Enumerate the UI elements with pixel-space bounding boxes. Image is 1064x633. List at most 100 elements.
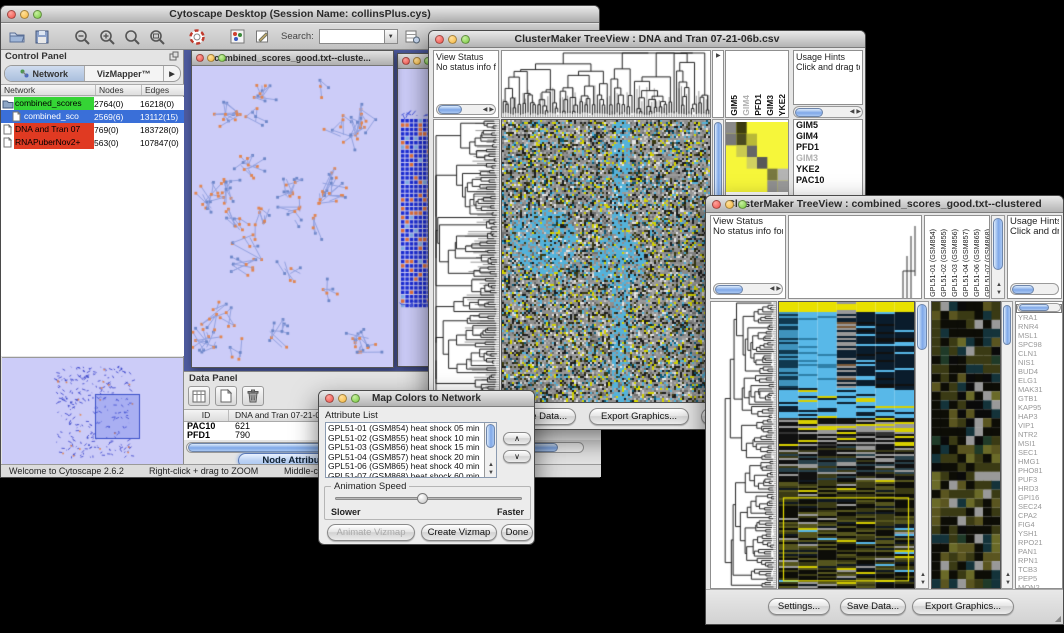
gene-label[interactable]: SEC24 bbox=[1016, 502, 1062, 511]
network-view-window[interactable]: combined_scores_good.txt--cluste... bbox=[191, 50, 394, 368]
dendrogram-corner-scroll[interactable]: ▶ bbox=[712, 50, 724, 118]
usage-hints-hscrollbar[interactable] bbox=[1010, 283, 1059, 295]
gene-label[interactable]: HRD3 bbox=[1016, 484, 1062, 493]
array-column-label[interactable]: GPL51-01 (GSM854) bbox=[928, 229, 937, 297]
gene-label[interactable]: RPN1 bbox=[1016, 556, 1062, 565]
search-input[interactable] bbox=[319, 29, 385, 44]
matrix-row-label[interactable]: GIM5 bbox=[794, 120, 862, 131]
gene-label[interactable]: YSH1 bbox=[1016, 529, 1062, 538]
network-canvas[interactable] bbox=[192, 66, 393, 367]
dialog-titlebar[interactable]: Map Colors to Network bbox=[319, 391, 534, 407]
close-icon[interactable] bbox=[712, 200, 721, 209]
column-labels-vscrollbar[interactable]: ▲ ▼ bbox=[991, 215, 1005, 299]
heatmap-global[interactable] bbox=[778, 301, 915, 589]
gene-label[interactable]: NIS1 bbox=[1016, 358, 1062, 367]
column-dendrogram[interactable] bbox=[788, 215, 922, 299]
gene-label[interactable]: YRA1 bbox=[1016, 313, 1062, 322]
minimize-icon[interactable] bbox=[413, 57, 421, 65]
matrix-column-label[interactable]: GIM3 bbox=[765, 95, 775, 116]
select-attributes-button[interactable] bbox=[188, 386, 210, 406]
gene-label[interactable]: TCB3 bbox=[1016, 565, 1062, 574]
gene-label[interactable]: CLN1 bbox=[1016, 349, 1062, 358]
close-icon[interactable] bbox=[325, 394, 334, 403]
save-session-button[interactable] bbox=[32, 27, 52, 46]
zoom-window-icon[interactable] bbox=[218, 54, 226, 62]
heatmap-vscrollbar[interactable]: ▲ ▼ bbox=[915, 301, 929, 589]
annotation-icon[interactable] bbox=[252, 27, 272, 46]
close-icon[interactable] bbox=[435, 35, 444, 44]
matrix-column-label[interactable]: PFD1 bbox=[753, 94, 763, 116]
create-vizmap-button[interactable]: Create Vizmap bbox=[421, 524, 497, 541]
export-graphics-button[interactable]: Export Graphics... bbox=[589, 408, 689, 425]
zoom-out-icon[interactable] bbox=[72, 27, 92, 46]
gene-label[interactable]: PEP5 bbox=[1016, 574, 1062, 583]
matrix-column-label[interactable]: YKE2 bbox=[777, 94, 787, 116]
treeview-dna-titlebar[interactable]: ClusterMaker TreeView : DNA and Tran 07-… bbox=[429, 31, 865, 48]
gene-label[interactable]: KAP95 bbox=[1016, 403, 1062, 412]
animation-speed-slider[interactable] bbox=[335, 497, 522, 500]
zoom-fit-icon[interactable] bbox=[122, 27, 142, 46]
network-table-header[interactable]: Network Nodes Edges bbox=[1, 84, 184, 96]
column-dendrogram[interactable] bbox=[501, 50, 711, 118]
network-list-row[interactable]: combined_sco2569(6)13112(15) bbox=[1, 110, 184, 123]
attribute-browser-icon[interactable] bbox=[403, 27, 423, 46]
zoom-window-icon[interactable] bbox=[33, 10, 42, 19]
main-titlebar[interactable]: Cytoscape Desktop (Session Name: collins… bbox=[1, 6, 599, 23]
zoom-window-icon[interactable] bbox=[461, 35, 470, 44]
minimize-icon[interactable] bbox=[207, 54, 215, 62]
gene-label[interactable]: HAP3 bbox=[1016, 412, 1062, 421]
row-dendrogram[interactable] bbox=[710, 301, 777, 589]
gene-label[interactable]: GPI16 bbox=[1016, 493, 1062, 502]
treeview-combined-titlebar[interactable]: ClusterMaker TreeView : combined_scores_… bbox=[706, 196, 1063, 213]
gene-list-vscrollbar[interactable]: ▲ ▼ bbox=[1001, 301, 1013, 589]
attribute-list-vscrollbar[interactable]: ▲ ▼ bbox=[484, 423, 496, 477]
matrix-row-label[interactable]: PFD1 bbox=[794, 142, 862, 153]
gene-label[interactable]: BUD4 bbox=[1016, 367, 1062, 376]
heatmap-detail[interactable] bbox=[931, 301, 1001, 589]
array-column-label[interactable]: GPL51-03 (GSM856) bbox=[950, 229, 959, 297]
settings-button[interactable]: Settings... bbox=[768, 598, 830, 615]
gene-label[interactable]: PAN1 bbox=[1016, 547, 1062, 556]
slider-thumb[interactable] bbox=[417, 493, 428, 504]
matrix-column-label[interactable]: GIM5 bbox=[729, 95, 739, 116]
zoom-selected-icon[interactable] bbox=[147, 27, 167, 46]
gene-label-list[interactable]: PFD1YRA1RNR4MSL1SPC98CLN1NIS1BUD4ELG1MAK… bbox=[1015, 301, 1063, 589]
gene-label[interactable]: FIG4 bbox=[1016, 520, 1062, 529]
zoom-in-icon[interactable] bbox=[97, 27, 117, 46]
gene-list-hscrollbar[interactable] bbox=[1017, 303, 1061, 312]
float-panel-icon[interactable] bbox=[169, 51, 179, 64]
gene-label[interactable]: GTB1 bbox=[1016, 394, 1062, 403]
array-column-label[interactable]: GPL51-02 (GSM855) bbox=[939, 229, 948, 297]
gene-label[interactable]: RPO21 bbox=[1016, 538, 1062, 547]
done-button[interactable]: Done bbox=[501, 524, 533, 541]
minimize-icon[interactable] bbox=[20, 10, 29, 19]
birdseye-view[interactable] bbox=[2, 357, 183, 465]
view-status-hscrollbar[interactable]: ◀▶ bbox=[713, 283, 783, 295]
matrix-row-label[interactable]: PAC10 bbox=[794, 175, 862, 186]
tab-network[interactable]: Network bbox=[5, 66, 85, 81]
export-graphics-button[interactable]: Export Graphics... bbox=[912, 598, 1014, 615]
new-attribute-button[interactable] bbox=[215, 386, 237, 406]
gene-label[interactable]: RNR4 bbox=[1016, 322, 1062, 331]
gene-label[interactable]: VIP1 bbox=[1016, 421, 1062, 430]
network-window-titlebar[interactable]: combined_scores_good.txt--cluste... bbox=[192, 51, 393, 66]
save-data-button[interactable]: Save Data... bbox=[840, 598, 906, 615]
network-list-row[interactable]: combined_scores2764(0)16218(0) bbox=[1, 97, 184, 110]
network-list-row[interactable]: DNA and Tran 07769(0)183728(0) bbox=[1, 123, 184, 136]
gene-label[interactable]: SEC1 bbox=[1016, 448, 1062, 457]
help-lifering-icon[interactable] bbox=[187, 27, 207, 46]
minimize-icon[interactable] bbox=[338, 394, 347, 403]
close-icon[interactable] bbox=[196, 54, 204, 62]
animate-vizmap-button[interactable]: Animate Vizmap bbox=[327, 524, 415, 541]
gene-label[interactable]: MSL1 bbox=[1016, 331, 1062, 340]
minimize-icon[interactable] bbox=[448, 35, 457, 44]
matrix-column-label[interactable]: GIM4 bbox=[741, 95, 751, 116]
gene-label[interactable]: MAK31 bbox=[1016, 385, 1062, 394]
search-dropdown-icon[interactable]: ▼ bbox=[385, 29, 398, 44]
matrix-row-label[interactable]: GIM3 bbox=[794, 153, 862, 164]
gene-label[interactable]: ELG1 bbox=[1016, 376, 1062, 385]
close-icon[interactable] bbox=[402, 57, 410, 65]
close-icon[interactable] bbox=[7, 10, 16, 19]
gene-label[interactable]: PHO81 bbox=[1016, 466, 1062, 475]
array-column-label[interactable]: GPL51-07 (GSM868) bbox=[983, 229, 990, 297]
